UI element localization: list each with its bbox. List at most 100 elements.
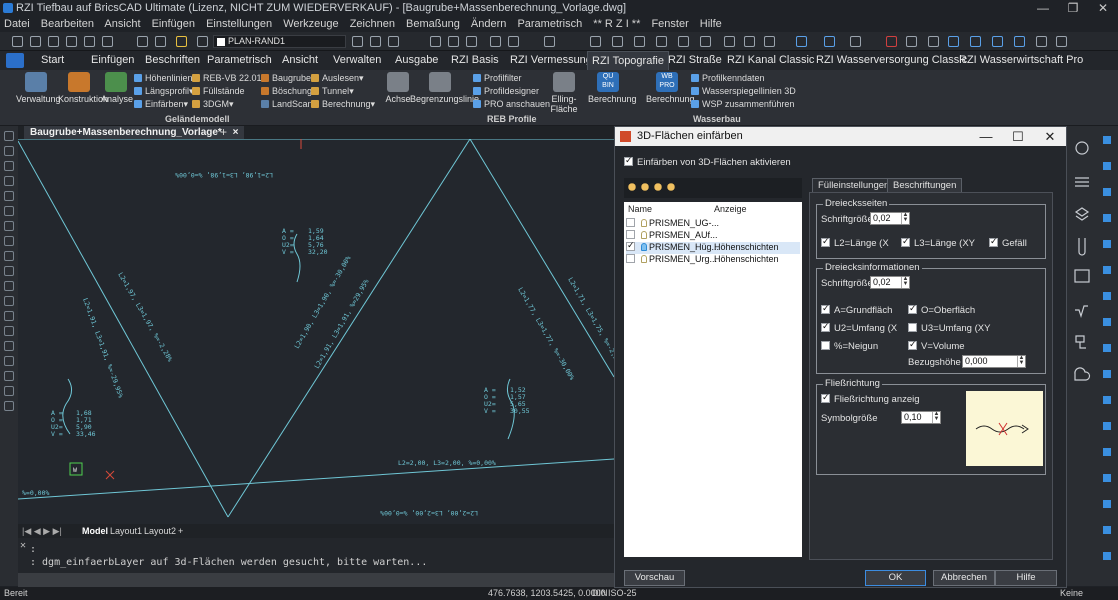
check-grundflaeche[interactable]: A=Grundfläch	[821, 303, 892, 316]
panel-tool-15-icon[interactable]	[1103, 500, 1111, 508]
tab-layout2[interactable]: Layout2	[144, 524, 176, 538]
mtext-tool-icon[interactable]	[4, 401, 14, 411]
check-u3[interactable]: U3=Umfang (XY	[908, 323, 990, 334]
ellipse-tool-icon[interactable]	[4, 236, 14, 246]
panel-tool-3-icon[interactable]	[1103, 188, 1111, 196]
tab-rzi-kanal[interactable]: RZI Kanal Classic	[727, 51, 814, 70]
table-tool-icon[interactable]	[4, 356, 14, 366]
gradient-tool-icon[interactable]	[4, 371, 14, 381]
konstruktion-button[interactable]: Konstruktion	[58, 72, 108, 104]
blue-tool-1-icon[interactable]	[4, 266, 14, 276]
symbolgroesse-stepper[interactable]: 0,10 ▲ ▼	[901, 411, 941, 424]
info-font-stepper[interactable]: 0,02 ▲ ▼	[870, 276, 910, 289]
tab-rzi-topografie[interactable]: RZI Topografie	[587, 51, 669, 70]
dialog-maximize-button[interactable]: ☐	[1002, 127, 1034, 146]
pro-anschauen-button[interactable]: PRO anschauen	[473, 98, 550, 110]
berechnung-button-1[interactable]: QU BIN Berechnung	[588, 72, 637, 104]
landscan-button[interactable]: LandScan	[261, 98, 313, 110]
tab-rzi-wasserwirtschaft[interactable]: RZI Wasserwirtschaft Pro	[959, 51, 1083, 70]
ortho-icon[interactable]	[850, 36, 861, 47]
tab-beschriftungen[interactable]: Beschriftungen	[887, 178, 963, 192]
rotate-icon[interactable]	[970, 36, 981, 47]
wsp-zusammenfuehren-button[interactable]: WSP zusammenführen	[691, 98, 794, 110]
erase-icon[interactable]	[490, 36, 501, 47]
status-keine[interactable]: Keine	[1060, 587, 1083, 600]
sliders-icon[interactable]	[1075, 177, 1089, 187]
circle-icon-2[interactable]	[724, 36, 735, 47]
tab-verwalten[interactable]: Verwalten	[333, 51, 381, 70]
blue-tool-3-icon[interactable]	[4, 296, 14, 306]
panel-tool-2-icon[interactable]	[1103, 162, 1111, 170]
text-tool-icon[interactable]	[4, 386, 14, 396]
properties-icon[interactable]	[508, 36, 519, 47]
check-gefaelle[interactable]: Gefäll	[989, 236, 1027, 249]
layer-tools-icon[interactable]	[352, 36, 363, 47]
hatch-icon[interactable]	[744, 36, 755, 47]
panel-tool-11-icon[interactable]	[1103, 396, 1111, 404]
check-l3[interactable]: L3=Länge (XY	[901, 236, 975, 249]
new-file-icon[interactable]	[12, 36, 23, 47]
begrenzungslinie-button[interactable]: Begrenzungslinie	[410, 72, 479, 104]
3dgm-button[interactable]: 3DGM▾	[192, 98, 234, 110]
arc-tool-icon[interactable]	[4, 146, 14, 156]
check-fliessrichtung[interactable]: Fließrichtung anzeig	[821, 392, 920, 405]
laengsprofil-button[interactable]: Längsprofil▾	[134, 85, 194, 97]
check-volumen[interactable]: V=Volume	[908, 339, 965, 352]
status-din[interactable]: DIN	[592, 587, 608, 600]
tab-add-layout[interactable]: +	[178, 524, 183, 538]
fuellstaende-button[interactable]: Füllstände	[192, 85, 245, 97]
verwaltung-button[interactable]: Verwaltung	[16, 72, 61, 104]
menu-einfuegen[interactable]: Einfügen	[152, 18, 195, 30]
panel-tool-5-icon[interactable]	[1103, 240, 1111, 248]
zoom-window-icon[interactable]	[666, 182, 676, 192]
einfaerben-button[interactable]: Einfärben▾	[134, 98, 188, 110]
list-item[interactable]: PRISMEN_Hüg... Höhenschichten	[626, 240, 800, 254]
save-as-icon[interactable]	[66, 36, 77, 47]
menu-rzi[interactable]: ** R Z I **	[593, 18, 640, 30]
status-iso[interactable]: ISO-25	[608, 587, 637, 600]
tree-icon[interactable]	[1075, 335, 1086, 349]
restore-button[interactable]: ❐	[1058, 0, 1088, 17]
panel-tool-10-icon[interactable]	[1103, 370, 1111, 378]
layer-checkbox[interactable]	[626, 230, 635, 239]
command-input[interactable]	[18, 573, 614, 587]
save-icon[interactable]	[48, 36, 59, 47]
tab-beschriften[interactable]: Beschriften	[145, 51, 200, 70]
line-icon[interactable]	[590, 36, 601, 47]
menu-hilfe[interactable]: Hilfe	[700, 18, 722, 30]
tab-einfuegen[interactable]: Einfügen	[91, 51, 134, 70]
layer-checkbox[interactable]	[626, 254, 635, 263]
profildesigner-button[interactable]: Profildesigner	[473, 85, 539, 97]
bulb-icon[interactable]	[1075, 141, 1089, 155]
baugrube-button[interactable]: Baugrube	[261, 72, 311, 84]
help-icon[interactable]	[544, 36, 555, 47]
close-button[interactable]: ✕	[1088, 0, 1118, 17]
dialog-minimize-button[interactable]: —	[970, 127, 1002, 146]
header-anzeige[interactable]: Anzeige	[714, 204, 747, 214]
header-name[interactable]: Name	[628, 204, 652, 214]
menu-bemassung[interactable]: Bemaßung	[406, 18, 460, 30]
enable-checkbox-box[interactable]	[624, 155, 633, 166]
tab-rzi-basis[interactable]: RZI Basis	[451, 51, 499, 70]
layer-bulb-icon[interactable]	[176, 36, 187, 47]
undo-icon[interactable]	[137, 36, 148, 47]
revcloud-tool-icon[interactable]	[4, 251, 14, 261]
enable-checkbox[interactable]: Einfärben von 3D-Flächen aktivieren	[624, 155, 791, 168]
blue-tool-2-icon[interactable]	[4, 281, 14, 291]
polygon-tool-icon[interactable]	[4, 176, 14, 186]
panel-tool-17-icon[interactable]	[1103, 552, 1111, 560]
menu-fenster[interactable]: Fenster	[651, 18, 688, 30]
ellipse-icon[interactable]	[700, 36, 711, 47]
redo-icon[interactable]	[155, 36, 166, 47]
analyse-button[interactable]: Analyse	[101, 72, 133, 104]
menu-werkzeuge[interactable]: Werkzeuge	[283, 18, 338, 30]
match-properties-icon[interactable]	[370, 36, 381, 47]
drawing-canvas[interactable]: L2=1,98, L3=1,98, %=0,00% A = O = U2= V …	[18, 139, 614, 524]
list-item[interactable]: PRISMEN_UG-...	[626, 218, 800, 230]
panel-tool-8-icon[interactable]	[1103, 318, 1111, 326]
menu-bearbeiten[interactable]: Bearbeiten	[41, 18, 94, 30]
command-close-icon[interactable]: ✕	[20, 540, 26, 551]
dreieck-font-stepper[interactable]: 0,02 ▲ ▼	[870, 212, 910, 225]
layer-iso-icon[interactable]	[388, 36, 399, 47]
move-icon[interactable]	[948, 36, 959, 47]
